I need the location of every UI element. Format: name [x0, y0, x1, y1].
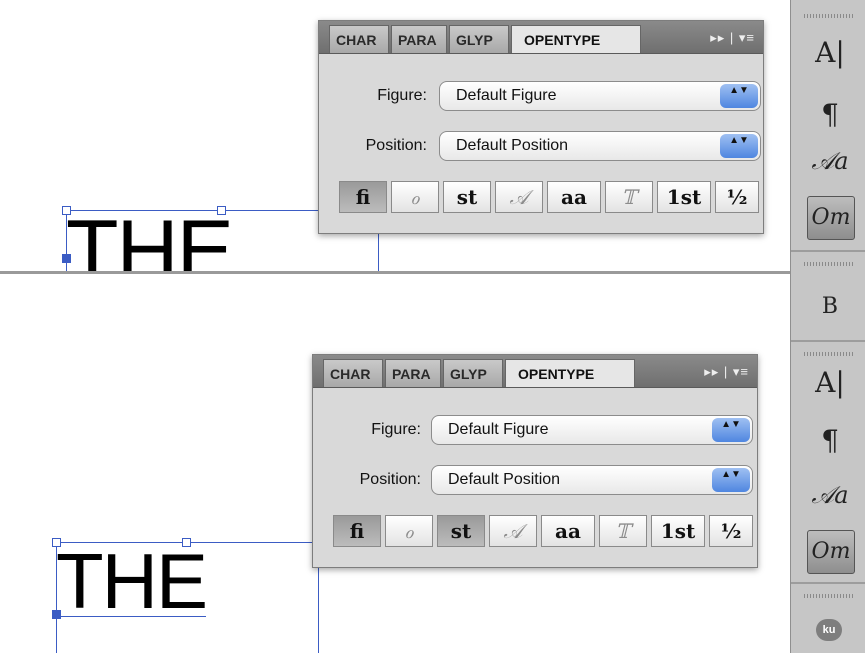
figure-label: Figure:	[377, 87, 427, 104]
glyphs-panel-icon[interactable]: 𝒜a	[807, 140, 853, 182]
panel-tab-bar: CHAR PARA GLYP OPENTYPE ▸▸ | ▾≡	[319, 21, 763, 54]
panel-menu-icon[interactable]: ▸▸ | ▾≡	[704, 361, 749, 383]
paragraph-panel-icon[interactable]: ¶	[807, 420, 853, 462]
position-label: Position:	[365, 137, 427, 154]
contextual-alternates-button[interactable]: st	[443, 181, 491, 213]
ligatures-button[interactable]: fi	[339, 181, 387, 213]
selection-handle[interactable]	[217, 206, 226, 215]
selection-edge-left	[56, 542, 57, 653]
panel-menu-icon[interactable]: ▸▸ | ▾≡	[710, 27, 755, 49]
opentype-panel-icon[interactable]: Oт	[807, 530, 855, 574]
position-select[interactable]: Default Position ▲▼	[439, 131, 761, 161]
ordinals-button[interactable]: 1st	[651, 515, 705, 547]
canvas-top: THE CHAR PARA GLYP OPENTYPE ▸▸ | ▾≡ Figu…	[0, 0, 790, 271]
select-arrows-icon: ▲▼	[720, 134, 758, 158]
paragraph-panel-icon[interactable]: ¶	[807, 94, 853, 136]
text-anchor-handle[interactable]	[62, 254, 71, 263]
kuler-panel-icon[interactable]: ku	[816, 619, 842, 641]
ordinals-button[interactable]: 1st	[657, 181, 711, 213]
stylistic-alternates-button[interactable]: aa	[547, 181, 601, 213]
opentype-panel-icon[interactable]: Oт	[807, 196, 855, 240]
select-arrows-icon: ▲▼	[712, 418, 750, 442]
character-panel-icon[interactable]: A|	[807, 32, 853, 74]
dock-grip[interactable]	[804, 14, 854, 18]
position-label: Position:	[359, 471, 421, 488]
swash-button[interactable]: 𝒜	[495, 181, 543, 213]
contextual-alternates-button[interactable]: st	[437, 515, 485, 547]
position-select[interactable]: Default Position ▲▼	[431, 465, 753, 495]
tab-character[interactable]: CHAR	[323, 359, 383, 387]
discretionary-ligatures-button[interactable]: ℴ	[391, 181, 439, 213]
tab-paragraph[interactable]: PARA	[391, 25, 447, 53]
dock-separator	[791, 582, 865, 584]
glyphs-panel-icon[interactable]: 𝒜a	[807, 474, 853, 516]
stylistic-alternates-button[interactable]: aa	[541, 515, 595, 547]
dock-grip[interactable]	[804, 262, 854, 266]
figure-value: Default Figure	[456, 87, 557, 104]
tab-paragraph[interactable]: PARA	[385, 359, 441, 387]
figure-select[interactable]: Default Figure ▲▼	[431, 415, 753, 445]
dock-grip[interactable]	[804, 594, 854, 598]
figure-value: Default Figure	[448, 421, 549, 438]
discretionary-ligatures-button[interactable]: ℴ	[385, 515, 433, 547]
canvas-text[interactable]: THE	[66, 208, 234, 271]
fractions-button[interactable]: ½	[715, 181, 759, 213]
panel-dock: A| ¶ 𝒜a Oт B A| ¶ 𝒜a Oт ku	[790, 0, 865, 653]
panel-tab-bar: CHAR PARA GLYP OPENTYPE ▸▸ | ▾≡	[313, 355, 757, 388]
character-panel-icon[interactable]: A|	[807, 362, 853, 404]
dock-separator	[791, 250, 865, 252]
kuler-panel-icon[interactable]: B	[807, 286, 853, 328]
text-anchor-handle[interactable]	[52, 610, 61, 619]
canvas-bottom: THE CHAR PARA GLYP OPENTYPE ▸▸ | ▾≡ Figu…	[0, 274, 790, 653]
glyph-button-row: fi ℴ st 𝒜 aa 𝕋 1st ½	[333, 515, 753, 547]
opentype-panel: CHAR PARA GLYP OPENTYPE ▸▸ | ▾≡ Figure: …	[318, 20, 764, 234]
select-arrows-icon: ▲▼	[720, 84, 758, 108]
opentype-panel: CHAR PARA GLYP OPENTYPE ▸▸ | ▾≡ Figure: …	[312, 354, 758, 568]
tab-character[interactable]: CHAR	[329, 25, 389, 53]
titling-alternates-button[interactable]: 𝕋	[599, 515, 647, 547]
tab-opentype[interactable]: OPENTYPE	[511, 25, 641, 53]
position-value: Default Position	[448, 471, 561, 488]
tab-glyphs[interactable]: GLYP	[449, 25, 509, 53]
tab-glyphs[interactable]: GLYP	[443, 359, 503, 387]
canvas-text[interactable]: THE	[56, 542, 208, 620]
selection-handle[interactable]	[52, 538, 61, 547]
selection-handle[interactable]	[62, 206, 71, 215]
figure-label: Figure:	[371, 421, 421, 438]
position-value: Default Position	[456, 137, 569, 154]
selection-handle[interactable]	[182, 538, 191, 547]
titling-alternates-button[interactable]: 𝕋	[605, 181, 653, 213]
dock-separator	[791, 340, 865, 342]
figure-select[interactable]: Default Figure ▲▼	[439, 81, 761, 111]
fractions-button[interactable]: ½	[709, 515, 753, 547]
select-arrows-icon: ▲▼	[712, 468, 750, 492]
ligatures-button[interactable]: fi	[333, 515, 381, 547]
tab-opentype[interactable]: OPENTYPE	[505, 359, 635, 387]
text-baseline	[56, 616, 206, 617]
dock-grip[interactable]	[804, 352, 854, 356]
glyph-button-row: fi ℴ st 𝒜 aa 𝕋 1st ½	[339, 181, 759, 213]
swash-button[interactable]: 𝒜	[489, 515, 537, 547]
